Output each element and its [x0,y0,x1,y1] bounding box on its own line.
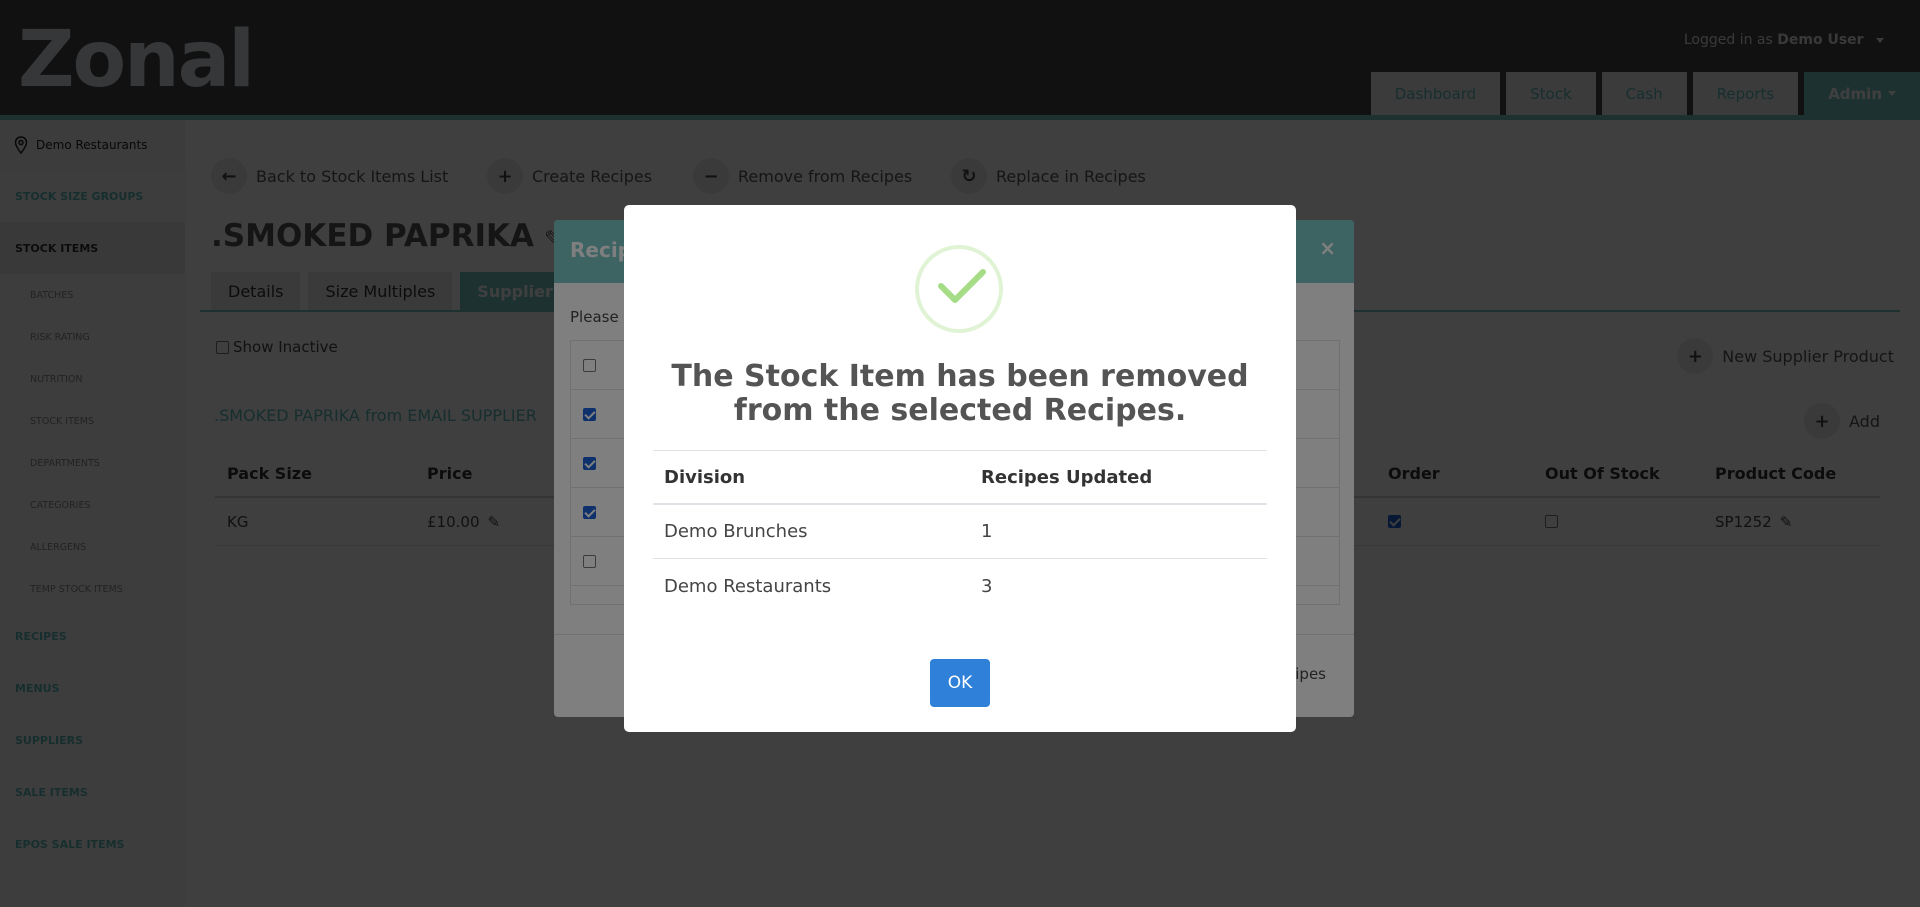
ok-button[interactable]: OK [930,659,990,707]
cell-division: Demo Restaurants [664,575,832,597]
recipes-updated-table: Division Recipes Updated Demo Brunches 1… [653,450,1267,613]
table-row: Demo Brunches 1 [653,505,1267,559]
table-header: Division Recipes Updated [653,450,1267,505]
cell-recipes-updated: 3 [981,575,993,597]
dialog-title: The Stock Item has been removed from the… [671,359,1249,428]
success-dialog: The Stock Item has been removed from the… [624,205,1296,732]
col-recipes-updated: Recipes Updated [981,466,1153,488]
checkmark-icon [938,269,986,303]
cell-division: Demo Brunches [664,521,808,542]
cell-recipes-updated: 1 [981,521,993,542]
table-row: Demo Restaurants 3 [653,559,1267,613]
col-division: Division [664,466,746,488]
